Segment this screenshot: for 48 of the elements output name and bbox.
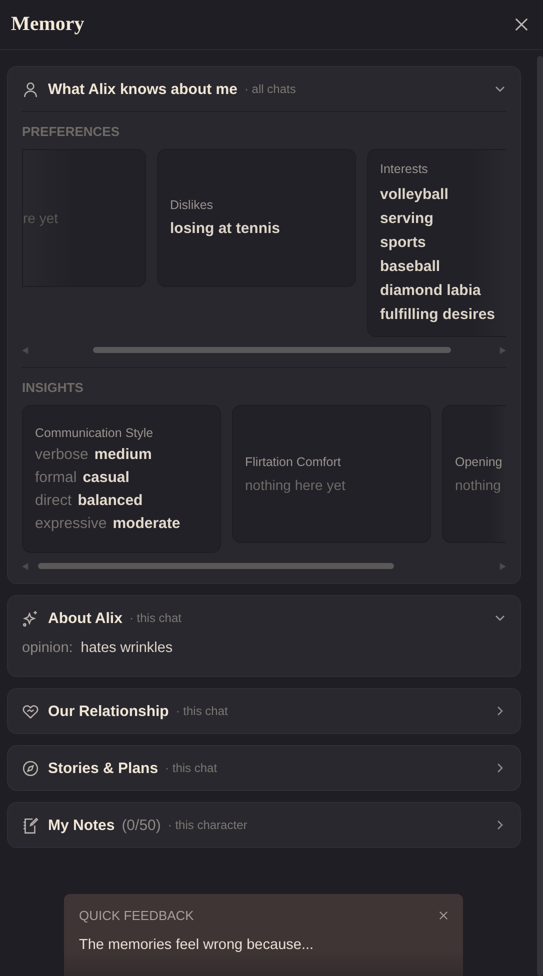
- card-label: Communication Style: [35, 426, 154, 440]
- person-icon: [22, 80, 39, 98]
- scope-label: · this character: [168, 818, 248, 832]
- section-title[interactable]: About Alix: [48, 610, 122, 626]
- trait-name: verbose: [35, 446, 88, 463]
- scrollbar-thumb[interactable]: [38, 563, 394, 569]
- fact-key: opinion:: [22, 640, 73, 656]
- compass-icon: [22, 760, 39, 776]
- empty-text: nothing: [455, 477, 502, 493]
- sparkle-icon: [22, 610, 39, 626]
- section-title[interactable]: Stories & Plans: [48, 760, 158, 776]
- memory-item: baseball: [380, 258, 442, 276]
- trait-value: moderate: [112, 515, 180, 532]
- memory-item: volleyball: [380, 186, 450, 204]
- trait-name: expressive: [35, 515, 107, 532]
- trait-name: direct: [35, 492, 72, 509]
- card-label: Dislikes: [170, 198, 214, 212]
- card-label: Flirtation Comfort: [245, 455, 342, 469]
- group-heading: INSIGHTS: [22, 380, 84, 395]
- notepad-icon: [22, 816, 39, 834]
- group-heading: PREFERENCES: [22, 124, 121, 139]
- scope-label: · this chat: [165, 761, 218, 775]
- close-button[interactable]: [439, 911, 448, 920]
- note-count: (0/50): [122, 816, 161, 834]
- trait-value: medium: [94, 446, 152, 463]
- heart-icon: [22, 702, 39, 720]
- fact-value: hates wrinkles: [80, 640, 173, 656]
- memory-item: fulfilling desires: [380, 306, 496, 324]
- trait-name: formal: [35, 469, 77, 486]
- trait-value: balanced: [78, 492, 143, 509]
- feedback-title: QUICK FEEDBACK: [79, 908, 194, 923]
- memory-item: sports: [380, 234, 427, 252]
- empty-text: nothing here yet: [245, 477, 346, 493]
- section-title[interactable]: My Notes: [48, 816, 115, 834]
- feedback-prompt[interactable]: The memories feel wrong because...: [79, 937, 448, 953]
- panel-title: Memory: [11, 13, 84, 36]
- scope-label: · this chat: [176, 704, 228, 718]
- scope-label: · this chat: [129, 611, 182, 625]
- memory-item: losing at tennis: [170, 220, 282, 238]
- memory-item: serving: [380, 210, 434, 228]
- card-label: Opening: [455, 455, 504, 469]
- card-label: Interests: [380, 162, 429, 176]
- scrollbar-thumb[interactable]: [93, 347, 451, 353]
- section-title[interactable]: Our Relationship: [48, 702, 169, 720]
- trait-value: casual: [82, 469, 130, 486]
- scope-label: · all chats: [244, 82, 296, 96]
- section-title[interactable]: What Alix knows about me: [48, 80, 238, 98]
- memory-item: diamond labia: [380, 282, 482, 300]
